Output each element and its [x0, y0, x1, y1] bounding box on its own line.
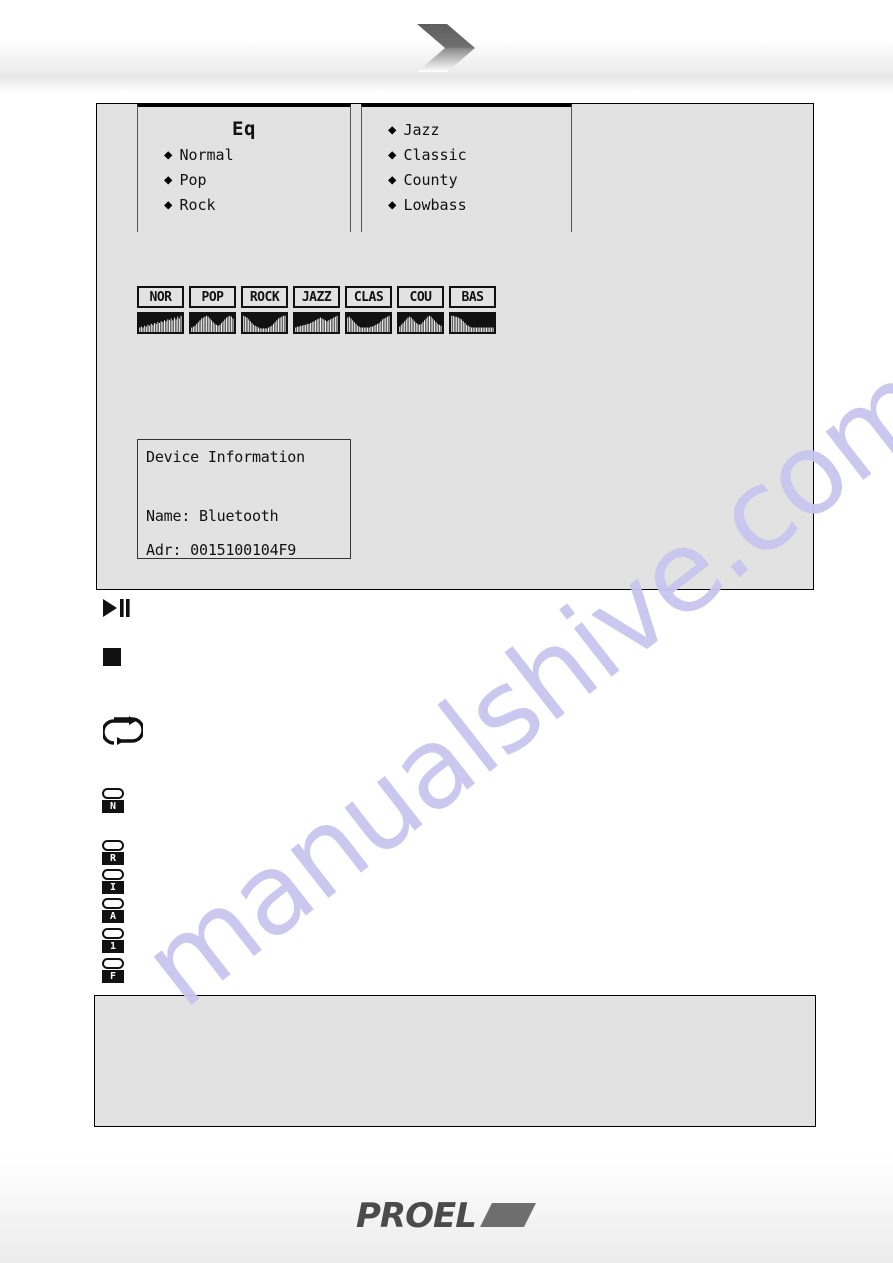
badge-letter: 1 — [102, 940, 124, 953]
status-badge-a: A — [102, 898, 130, 923]
badge-letter: N — [102, 800, 124, 813]
eq-preset-label: CLAS — [345, 286, 392, 308]
status-badge-1: 1 — [102, 928, 130, 953]
diamond-bullet-icon: ◆ — [388, 121, 397, 138]
eq-preset-jazz[interactable]: JAZZ — [293, 286, 340, 334]
eq-menu-item-classic[interactable]: ◆ Classic — [362, 142, 571, 167]
eq-menu-item-label: Jazz — [403, 120, 440, 139]
eq-menu-item-normal[interactable]: ◆ Normal — [138, 142, 350, 167]
eq-menu-item-jazz[interactable]: ◆ Jazz — [362, 117, 571, 142]
note-box — [94, 995, 816, 1127]
eq-preset-label: COU — [397, 286, 444, 308]
eq-menu-item-label: Normal — [179, 145, 234, 164]
eq-menu-item-rock[interactable]: ◆ Rock — [138, 192, 350, 217]
diamond-bullet-icon: ◆ — [164, 196, 173, 213]
eq-menu-item-county[interactable]: ◆ County — [362, 167, 571, 192]
badge-cap-icon — [102, 788, 124, 799]
eq-curve-icon — [241, 312, 288, 334]
badge-letter: I — [102, 881, 124, 894]
badge-cap-icon — [102, 840, 124, 851]
status-badge-i: I — [102, 869, 130, 894]
eq-menu-item-label: Classic — [403, 145, 467, 164]
diamond-bullet-icon: ◆ — [388, 196, 397, 213]
eq-menu-column-right: ◆ Jazz ◆ Classic ◆ County ◆ Lowbass — [361, 104, 572, 232]
diamond-bullet-icon: ◆ — [388, 146, 397, 163]
status-badge-f: F — [102, 958, 130, 983]
eq-curve-icon — [345, 312, 392, 334]
eq-menu-item-label: Rock — [179, 195, 216, 214]
eq-preset-rock[interactable]: ROCK — [241, 286, 288, 334]
badge-letter: R — [102, 852, 124, 865]
eq-menu-item-pop[interactable]: ◆ Pop — [138, 167, 350, 192]
eq-curve-icon — [137, 312, 184, 334]
status-badge-n: N — [102, 788, 130, 813]
device-name-line: Name: Bluetooth — [146, 507, 279, 525]
eq-preset-clas[interactable]: CLAS — [345, 286, 392, 334]
eq-preset-label: ROCK — [241, 286, 288, 308]
device-information-box: Device Information Name: Bluetooth Adr: … — [137, 439, 351, 559]
diamond-bullet-icon: ◆ — [388, 171, 397, 188]
play-pause-icon — [103, 599, 130, 617]
status-badge-r: R — [102, 840, 130, 865]
eq-curve-icon — [189, 312, 236, 334]
eq-preset-cou[interactable]: COU — [397, 286, 444, 334]
badge-letter: F — [102, 970, 124, 983]
eq-preset-label: POP — [189, 286, 236, 308]
eq-menu-title: Eq — [232, 118, 256, 140]
badge-letter: A — [102, 910, 124, 923]
badge-cap-icon — [102, 869, 124, 880]
device-screen-panel: Eq ◆ Normal ◆ Pop ◆ Rock ◆ Jazz ◆ Classi… — [96, 103, 814, 590]
device-address-line: Adr: 0015100104F9 — [146, 541, 297, 559]
eq-menu-item-label: Lowbass — [403, 195, 467, 214]
page-content: Eq ◆ Normal ◆ Pop ◆ Rock ◆ Jazz ◆ Classi… — [0, 0, 893, 1263]
diamond-bullet-icon: ◆ — [164, 146, 173, 163]
eq-preset-nor[interactable]: NOR — [137, 286, 184, 334]
eq-preset-label: BAS — [449, 286, 496, 308]
eq-preset-bas[interactable]: BAS — [449, 286, 496, 334]
stop-icon — [103, 648, 121, 666]
badge-cap-icon — [102, 958, 124, 969]
eq-curve-icon — [449, 312, 496, 334]
eq-menu: Eq ◆ Normal ◆ Pop ◆ Rock ◆ Jazz ◆ Classi… — [137, 104, 612, 232]
eq-preset-label: JAZZ — [293, 286, 340, 308]
eq-menu-column-left: Eq ◆ Normal ◆ Pop ◆ Rock — [137, 104, 351, 232]
eq-preset-label: NOR — [137, 286, 184, 308]
diamond-bullet-icon: ◆ — [164, 171, 173, 188]
eq-curve-icon — [293, 312, 340, 334]
badge-cap-icon — [102, 928, 124, 939]
eq-menu-item-label: County — [403, 170, 458, 189]
repeat-icon — [103, 716, 143, 745]
badge-cap-icon — [102, 898, 124, 909]
eq-preset-pop[interactable]: POP — [189, 286, 236, 334]
eq-menu-item-label: Pop — [179, 170, 207, 189]
eq-menu-item-lowbass[interactable]: ◆ Lowbass — [362, 192, 571, 217]
eq-curve-icon — [397, 312, 444, 334]
device-information-title: Device Information — [146, 448, 305, 466]
eq-preset-strip: NOR POP ROCK JAZZ CLAS COU BAS — [137, 286, 496, 334]
